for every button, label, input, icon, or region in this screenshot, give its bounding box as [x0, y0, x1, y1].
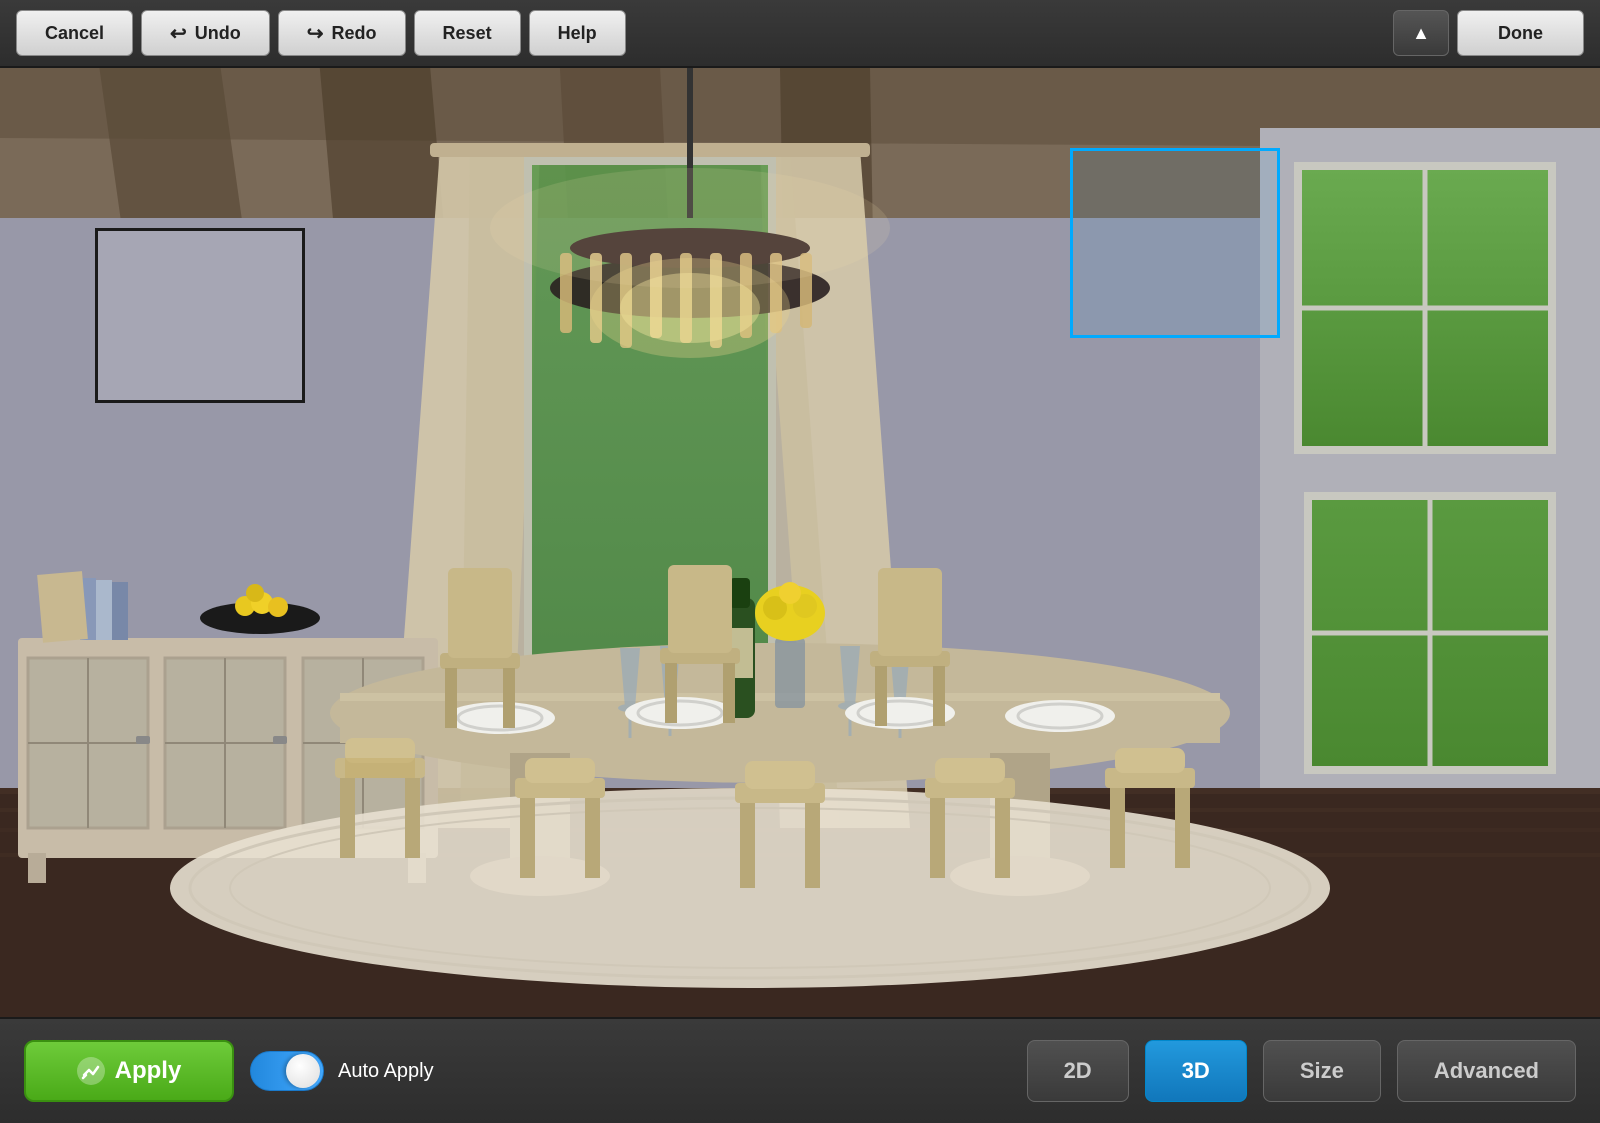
advanced-button[interactable]: Advanced [1397, 1040, 1576, 1102]
auto-apply-toggle[interactable] [250, 1051, 324, 1091]
toggle-thumb [286, 1054, 320, 1088]
collapse-button[interactable]: ▲ [1393, 10, 1449, 56]
redo-button[interactable]: ↪ Redo [278, 10, 406, 56]
bottom-toolbar: Apply Auto Apply 2D 3D Size Advanced [0, 1017, 1600, 1123]
undo-icon: ↩ [170, 21, 187, 46]
cancel-button[interactable]: Cancel [16, 10, 133, 56]
btn-size[interactable]: Size [1263, 1040, 1381, 1102]
reset-button[interactable]: Reset [414, 10, 521, 56]
done-button[interactable]: Done [1457, 10, 1584, 56]
auto-apply-label: Auto Apply [338, 1060, 434, 1083]
btn-3d[interactable]: 3D [1145, 1040, 1247, 1102]
collapse-icon: ▲ [1412, 23, 1430, 44]
redo-icon: ↪ [307, 21, 324, 46]
top-toolbar: Cancel ↩ Undo ↪ Redo Reset Help ▲ Done [0, 0, 1600, 68]
btn-2d[interactable]: 2D [1027, 1040, 1129, 1102]
auto-apply-group: Auto Apply [250, 1051, 434, 1091]
apply-icon [77, 1057, 105, 1085]
apply-label: Apply [115, 1057, 182, 1085]
help-button[interactable]: Help [529, 10, 626, 56]
undo-button[interactable]: ↩ Undo [141, 10, 270, 56]
apply-button[interactable]: Apply [24, 1040, 234, 1102]
scene-viewport[interactable] [0, 68, 1600, 1017]
